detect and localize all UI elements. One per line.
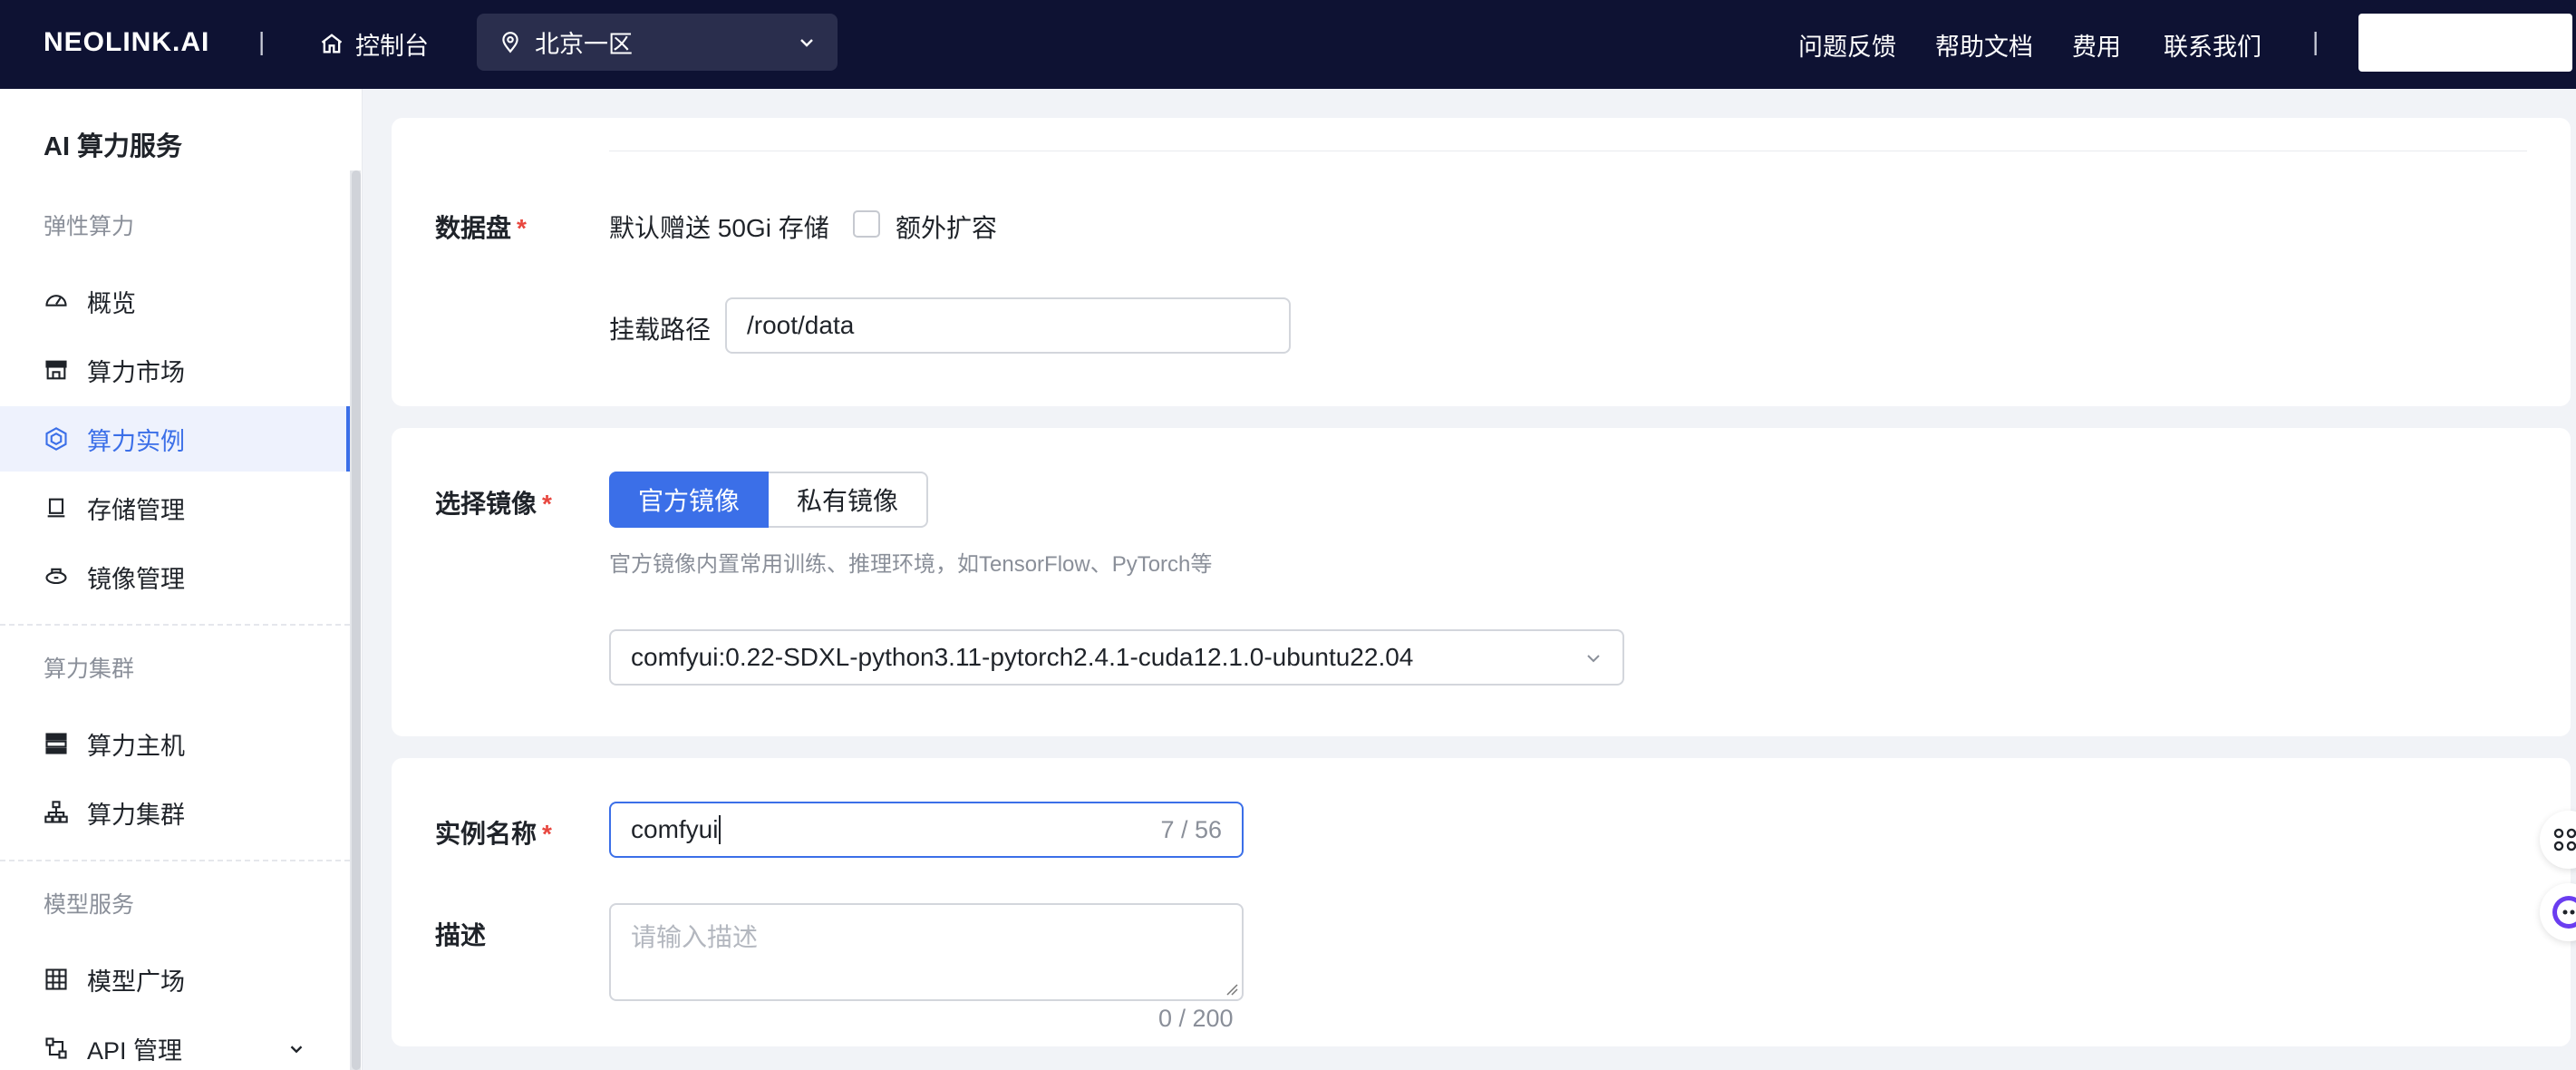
sidebar-group-cluster: 算力集群: [44, 657, 135, 682]
nav-contact[interactable]: 联系我们: [2164, 27, 2261, 63]
location-pin-icon: [502, 31, 518, 53]
sidebar-item-label: API 管理: [87, 1036, 183, 1065]
instance-name-input[interactable]: comfyui 7 / 56: [609, 802, 1244, 858]
mount-path-input[interactable]: /root/data: [725, 297, 1291, 354]
nav-feedback[interactable]: 问题反馈: [1798, 27, 1896, 63]
console-label: 控制台: [355, 32, 429, 60]
top-bar: NEOLINK.AI | 控制台 北京一区 问题反馈 帮助文档 费用 联系我们 …: [0, 0, 2576, 89]
sidebar-item-model-square[interactable]: 模型广场: [0, 947, 350, 1012]
image-select-label: 选择镜像 *: [435, 490, 552, 518]
mount-path-label: 挂载路径: [609, 316, 712, 344]
sidebar-item-images[interactable]: 镜像管理: [0, 544, 350, 609]
description-placeholder: 请输入描述: [631, 923, 759, 951]
sidebar-item-storage[interactable]: 存储管理: [0, 475, 350, 540]
description-count: 0 / 200: [1158, 1005, 1234, 1032]
text-cursor: [719, 815, 721, 844]
sidebar: AI 算力服务 弹性算力 概览 算力市场 算力实例 存储管理 镜像管理 算力集群…: [0, 89, 363, 1070]
console-link[interactable]: 控制台: [319, 24, 429, 63]
sidebar-item-label: 存储管理: [87, 496, 185, 524]
image-select-card: 选择镜像 * 官方镜像 私有镜像 官方镜像内置常用训练、推理环境，如TensorF…: [392, 428, 2571, 736]
api-icon: [45, 1037, 67, 1059]
nav-billing[interactable]: 费用: [2072, 27, 2121, 63]
logo[interactable]: NEOLINK.AI: [44, 27, 209, 58]
expand-checkbox[interactable]: [853, 210, 880, 238]
model-grid-icon: [45, 968, 67, 990]
separator: |: [258, 27, 266, 55]
sidebar-title: AI 算力服务: [44, 132, 183, 161]
sidebar-item-hosts[interactable]: 算力主机: [0, 711, 350, 776]
instance-card: 实例名称 * comfyui 7 / 56 描述 请输入描述 0 / 200: [392, 758, 2571, 1046]
storage-icon: [47, 498, 65, 518]
sidebar-item-overview[interactable]: 概览: [0, 268, 350, 334]
sidebar-item-label: 模型广场: [87, 968, 185, 996]
sidebar-item-label: 算力主机: [87, 732, 185, 760]
chevron-down-icon: [290, 1046, 303, 1054]
server-icon: [45, 733, 67, 754]
description-label: 描述: [435, 921, 487, 949]
hexagon-icon: [45, 427, 67, 451]
sidebar-item-label: 算力集群: [87, 801, 185, 829]
separator: |: [2312, 27, 2319, 55]
home-icon: [321, 34, 343, 54]
sidebar-item-label: 算力实例: [87, 427, 185, 455]
tab-official-image[interactable]: 官方镜像: [609, 472, 769, 528]
resize-handle-icon[interactable]: [1224, 981, 1238, 996]
mount-path-value: /root/data: [747, 311, 855, 339]
sidebar-item-label: 算力市场: [87, 358, 185, 386]
chevron-down-icon: [800, 39, 813, 47]
datadisk-gift-text: 默认赠送 50Gi 存储: [609, 214, 829, 242]
image-hint: 官方镜像内置常用训练、推理环境，如TensorFlow、PyTorch等: [609, 552, 1213, 577]
sidebar-item-api[interactable]: API 管理: [0, 1016, 350, 1070]
expand-label[interactable]: 额外扩容: [896, 209, 997, 245]
sidebar-divider: [0, 860, 350, 861]
sidebar-group-model: 模型服务: [44, 892, 135, 918]
nav-help-docs[interactable]: 帮助文档: [1935, 27, 2033, 63]
tab-private-image[interactable]: 私有镜像: [769, 472, 928, 528]
region-select[interactable]: 北京一区: [477, 14, 838, 71]
hierarchy-icon: [44, 801, 68, 823]
chevron-down-icon: [1587, 655, 1600, 663]
datadisk-card: 数据盘 * 默认赠送 50Gi 存储 额外扩容 挂载路径 /root/data: [392, 118, 2571, 406]
instance-name-label: 实例名称 *: [435, 820, 552, 848]
assistant-robot-icon: [2552, 896, 2576, 929]
image-disc-icon: [45, 568, 67, 585]
instance-name-value: comfyui: [631, 815, 719, 843]
instance-name-count: 7 / 56: [1160, 816, 1222, 843]
sidebar-divider: [0, 624, 350, 626]
sidebar-item-label: 概览: [87, 289, 136, 317]
sidebar-group-elastic: 弹性算力: [44, 214, 135, 239]
sidebar-item-label: 镜像管理: [87, 565, 185, 593]
image-select-dropdown[interactable]: comfyui:0.22-SDXL-python3.11-pytorch2.4.…: [609, 629, 1624, 686]
dashboard-icon: [45, 295, 67, 306]
datadisk-label: 数据盘 *: [435, 214, 527, 242]
user-menu[interactable]: [2358, 14, 2572, 72]
description-textarea[interactable]: 请输入描述: [609, 903, 1244, 1001]
link-icon: [2553, 828, 2576, 851]
store-icon: [45, 360, 67, 380]
region-value: 北京一区: [535, 31, 633, 58]
sidebar-item-clusters[interactable]: 算力集群: [0, 780, 350, 845]
sidebar-item-instances[interactable]: 算力实例: [0, 406, 350, 472]
selected-image-value: comfyui:0.22-SDXL-python3.11-pytorch2.4.…: [631, 643, 1414, 671]
sidebar-item-market[interactable]: 算力市场: [0, 337, 350, 403]
sidebar-scrollbar[interactable]: [352, 170, 361, 1070]
